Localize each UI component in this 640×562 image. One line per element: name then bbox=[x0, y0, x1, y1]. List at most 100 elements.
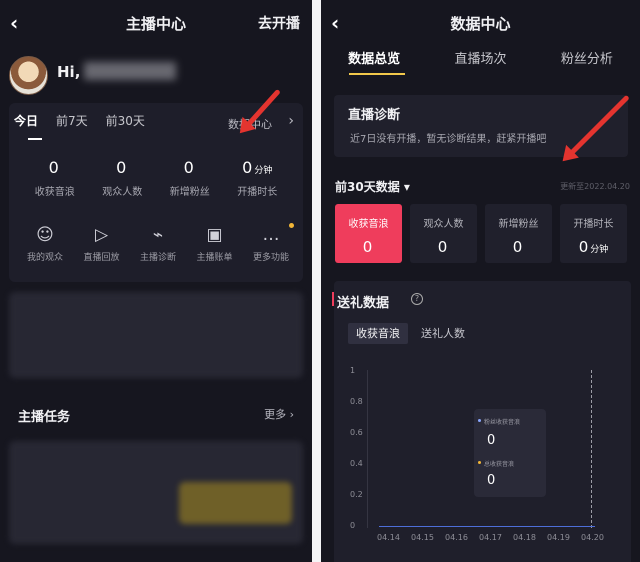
y-tick-label: 0.4 bbox=[350, 459, 363, 468]
y-tick-label: 0.2 bbox=[350, 490, 363, 499]
metric-value: 0 bbox=[578, 238, 589, 256]
y-tick-label: 0.8 bbox=[350, 397, 363, 406]
x-tick-label: 04.16 bbox=[445, 533, 468, 542]
period-selector[interactable]: 前30天数据 ▾ bbox=[335, 178, 410, 195]
gift-title-accent bbox=[332, 292, 334, 306]
notification-dot bbox=[289, 223, 294, 228]
series-1-dot bbox=[478, 419, 481, 422]
tool-my-audience[interactable]: ☺ 我的观众 bbox=[18, 225, 72, 263]
data-center-screen: ‹ 数据中心 数据总览 直播场次 粉丝分析 直播诊断 近7日没有开播，暂无诊断结… bbox=[321, 0, 640, 562]
metric-followers[interactable]: 新增粉丝 0 bbox=[485, 204, 552, 263]
tool-label: 我的观众 bbox=[26, 253, 63, 263]
metric-label: 观众人数 bbox=[423, 219, 464, 230]
metric-value: 0 bbox=[437, 238, 448, 256]
period-label: 前30天数据 bbox=[335, 180, 400, 194]
date-tabs: 今日 前7天 前30天 bbox=[14, 112, 145, 129]
bill-icon: ▣ bbox=[206, 225, 223, 245]
anchor-tasks-more[interactable]: 更多 › bbox=[264, 406, 294, 422]
tab-live-sessions[interactable]: 直播场次 bbox=[454, 48, 506, 67]
stats-row: 0 收获音浪 0 观众人数 0 新增粉丝 0 分钟 开播时长 bbox=[21, 158, 291, 198]
anchor-center-screen: ‹ 主播中心 去开播 Hi, 今日 前7天 前30天 数据中心 › 0 收获音浪… bbox=[0, 0, 312, 562]
y-tick-label: 0.6 bbox=[350, 428, 363, 437]
tool-live-replay[interactable]: ▷ 直播回放 bbox=[75, 225, 129, 263]
stat-label: 新增粉丝 bbox=[169, 187, 210, 198]
update-time: 更新至2022.04.20 bbox=[560, 182, 630, 191]
chart-axis bbox=[367, 370, 368, 528]
y-tick-label: 0 bbox=[350, 521, 356, 530]
stat-followers: 0 新增粉丝 bbox=[156, 158, 224, 198]
chip-earnings[interactable]: 收获音浪 bbox=[348, 323, 408, 344]
page-title: 数据中心 bbox=[450, 14, 511, 33]
tool-more-features[interactable]: … 更多功能 bbox=[244, 223, 298, 263]
more-icon: … bbox=[262, 225, 280, 245]
screen-divider bbox=[312, 0, 321, 562]
y-tick-label: 1 bbox=[350, 366, 356, 375]
x-tick-label: 04.15 bbox=[411, 533, 434, 542]
audience-icon: ☺ bbox=[36, 225, 54, 245]
metric-label: 新增粉丝 bbox=[498, 219, 539, 230]
stat-live-duration: 0 分钟 开播时长 bbox=[224, 158, 292, 198]
series-line bbox=[379, 526, 595, 527]
diagnosis-title: 直播诊断 bbox=[348, 108, 401, 123]
tool-anchor-diagnosis[interactable]: ⌁ 主播诊断 bbox=[131, 225, 185, 263]
live-diagnosis-card: 直播诊断 近7日没有开播，暂无诊断结果，赶紧开播吧 bbox=[334, 95, 628, 157]
x-tick-label: 04.19 bbox=[547, 533, 570, 542]
diagnosis-icon: ⌁ bbox=[152, 225, 164, 245]
tool-shortcuts: ☺ 我的观众 ▷ 直播回放 ⌁ 主播诊断 ▣ 主播账单 … 更多功能 bbox=[18, 223, 298, 263]
hidden-username bbox=[84, 62, 176, 80]
metric-viewers[interactable]: 观众人数 0 bbox=[410, 204, 477, 263]
data-center-tabs: 数据总览 直播场次 粉丝分析 bbox=[321, 48, 640, 67]
tab-30-days[interactable]: 前30天 bbox=[106, 112, 145, 129]
left-header: ‹ 主播中心 去开播 bbox=[0, 0, 312, 46]
tool-label: 主播账单 bbox=[196, 253, 233, 263]
diagnosis-description: 近7日没有开播，暂无诊断结果，赶紧开播吧 bbox=[350, 134, 547, 145]
chart-focus-line bbox=[591, 370, 593, 528]
blurred-task-highlight bbox=[179, 482, 292, 524]
back-icon[interactable]: ‹ bbox=[10, 11, 18, 35]
tooltip-series-1: 粉丝收获音浪 bbox=[484, 419, 521, 426]
page-title: 主播中心 bbox=[125, 14, 186, 33]
x-tick-label: 04.17 bbox=[479, 533, 502, 542]
tooltip-value-1: 0 bbox=[487, 433, 496, 448]
metric-earnings[interactable]: 收获音浪 0 bbox=[335, 204, 402, 263]
start-live-button[interactable]: 去开播 bbox=[258, 13, 300, 33]
comparison-screens: ‹ 主播中心 去开播 Hi, 今日 前7天 前30天 数据中心 › 0 收获音浪… bbox=[0, 0, 640, 562]
x-tick-label: 04.18 bbox=[513, 533, 536, 542]
active-tab-underline bbox=[28, 138, 42, 140]
greeting: Hi, bbox=[57, 63, 81, 81]
x-tick-label: 04.14 bbox=[377, 533, 400, 542]
x-tick-label: 04.20 bbox=[581, 533, 604, 542]
stat-value: 0 bbox=[242, 158, 253, 177]
tab-today[interactable]: 今日 bbox=[14, 112, 38, 129]
right-header: ‹ 数据中心 bbox=[321, 0, 640, 46]
tab-fan-analysis[interactable]: 粉丝分析 bbox=[561, 48, 613, 67]
stat-label: 收获音浪 bbox=[34, 187, 75, 198]
tab-7-days[interactable]: 前7天 bbox=[56, 112, 88, 129]
anchor-tasks-title: 主播任务 bbox=[18, 410, 71, 425]
avatar[interactable] bbox=[9, 56, 48, 95]
stat-value: 0 bbox=[48, 158, 59, 177]
back-icon[interactable]: ‹ bbox=[331, 11, 339, 35]
metric-live-duration[interactable]: 开播时长 0 分钟 bbox=[560, 204, 627, 263]
help-icon[interactable]: ? bbox=[411, 293, 423, 305]
tooltip-series-2: 总收获音浪 bbox=[484, 461, 515, 468]
tool-label: 更多功能 bbox=[252, 253, 289, 263]
tab-data-overview[interactable]: 数据总览 bbox=[348, 48, 400, 67]
blurred-panel bbox=[9, 292, 303, 378]
tool-anchor-bill[interactable]: ▣ 主播账单 bbox=[188, 225, 242, 263]
metric-value: 0 bbox=[362, 238, 373, 256]
metric-value: 0 bbox=[512, 238, 523, 256]
stat-earnings: 0 收获音浪 bbox=[21, 158, 89, 198]
chip-gift-senders[interactable]: 送礼人数 bbox=[413, 323, 473, 344]
metric-unit: 分钟 bbox=[590, 245, 609, 255]
active-tab-underline bbox=[349, 73, 405, 75]
series-2-dot bbox=[478, 461, 481, 464]
chart-tooltip: 粉丝收获音浪 0 总收获音浪 0 bbox=[474, 409, 546, 497]
tooltip-value-2: 0 bbox=[487, 473, 496, 488]
metric-label: 开播时长 bbox=[573, 219, 614, 230]
tool-label: 直播回放 bbox=[83, 253, 120, 263]
chevron-right-icon[interactable]: › bbox=[288, 113, 294, 129]
stat-value: 0 bbox=[116, 158, 127, 177]
stat-viewers: 0 观众人数 bbox=[89, 158, 157, 198]
tool-label: 主播诊断 bbox=[139, 253, 176, 263]
